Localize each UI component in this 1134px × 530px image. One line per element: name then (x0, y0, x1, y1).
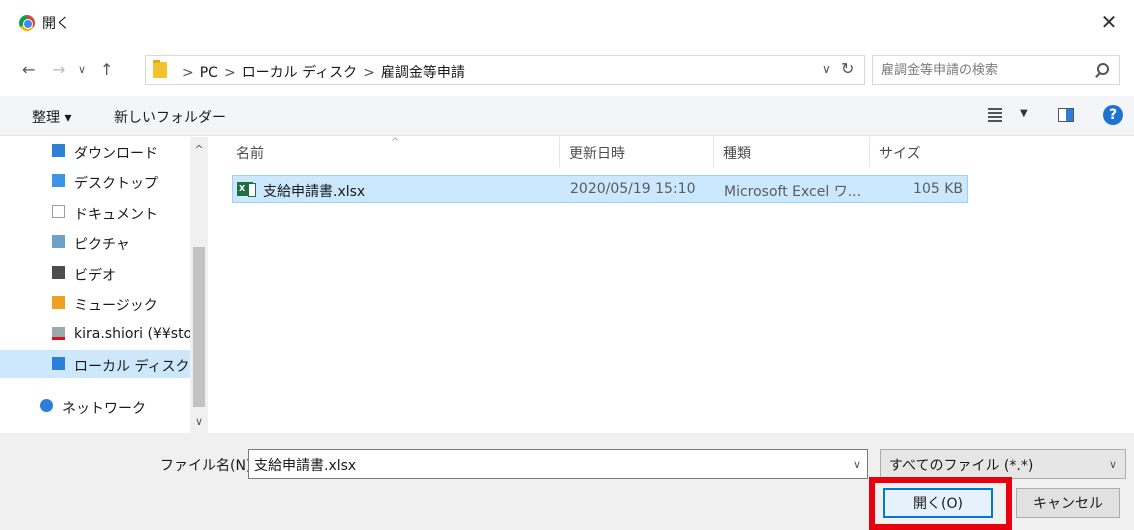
chevron-right-icon: > (223, 65, 236, 81)
file-name: 支給申請書.xlsx (263, 184, 366, 200)
dialog-footer: ファイル名(N): 支給申請書.xlsx ∨ すべてのファイル (*.*) ∨ … (0, 433, 1134, 530)
chevron-down-icon[interactable]: ∨ (1109, 458, 1117, 471)
breadcrumb-local-disk[interactable]: ローカル ディスク (242, 65, 357, 81)
sidebar-item-music[interactable]: ミュージック (40, 289, 190, 317)
search-input[interactable] (873, 56, 1083, 84)
navigation-pane: ダウンロード デスクトップ ドキュメント ピクチャ ビデオ ミュージック kir… (0, 137, 212, 433)
view-dropdown-icon[interactable]: ▼ (1020, 108, 1028, 119)
sidebar-item-desktop[interactable]: デスクトップ (40, 167, 190, 195)
back-arrow-icon[interactable]: ← (22, 60, 35, 79)
sidebar-item-label: デスクトップ (74, 176, 158, 192)
scroll-up-icon[interactable]: ^ (190, 141, 208, 159)
title-bar: 開く ✕ (0, 0, 1134, 44)
local-disk-icon (52, 357, 65, 370)
music-folder-icon (52, 296, 65, 309)
filename-input[interactable]: 支給申請書.xlsx ∨ (248, 449, 868, 479)
sidebar-item-label: ミュージック (74, 298, 158, 314)
chrome-icon (19, 15, 35, 31)
breadcrumb-folder[interactable]: 雇調金等申請 (381, 65, 465, 81)
address-box[interactable]: > PC > ローカル ディスク > 雇調金等申請 (145, 55, 865, 85)
up-arrow-icon[interactable]: ↑ (100, 60, 113, 79)
download-folder-icon (52, 144, 65, 157)
chevron-right-icon: > (363, 65, 375, 81)
chevron-down-icon[interactable]: ∨ (853, 458, 861, 471)
address-bar-row: ← → ∨ ↑ > PC > ローカル ディスク > 雇調金等申請 ∨ ↻ (0, 50, 1134, 90)
filename-label: ファイル名(N): (160, 458, 257, 474)
file-type-select[interactable]: すべてのファイル (*.*) ∨ (880, 449, 1126, 479)
preview-pane-icon[interactable] (1058, 108, 1074, 122)
column-header-type[interactable]: 種類 (723, 143, 751, 163)
sidebar-item-label: kira.shiori (¥¥sto (74, 326, 190, 342)
sidebar-item-local-disk[interactable]: ローカル ディスク (0, 350, 190, 378)
scrollbar-thumb[interactable] (193, 247, 205, 407)
refresh-icon[interactable]: ↻ (841, 59, 854, 78)
search-icon[interactable] (1097, 63, 1109, 75)
recent-locations-chevron-icon[interactable]: ∨ (78, 63, 86, 76)
sidebar-item-videos[interactable]: ビデオ (40, 259, 190, 287)
network-drive-disconnected-icon (52, 327, 65, 340)
chevron-right-icon: > (182, 65, 194, 81)
help-icon[interactable]: ? (1103, 105, 1123, 125)
file-modified: 2020/05/19 15:10 (570, 181, 696, 197)
address-dropdown-icon[interactable]: ∨ (822, 62, 831, 76)
close-button[interactable]: ✕ (1096, 9, 1122, 35)
file-type-value: すべてのファイル (*.*) (889, 458, 1034, 474)
sidebar-item-label: ビデオ (74, 268, 116, 284)
videos-folder-icon (52, 266, 65, 279)
sort-ascending-icon: ^ (391, 137, 400, 148)
search-box (872, 55, 1120, 85)
command-bar: 整理 ▾ 新しいフォルダー ▼ ? (0, 96, 1134, 136)
sidebar-item-label: ダウンロード (74, 146, 158, 162)
network-icon (40, 399, 53, 412)
sidebar-item-pictures[interactable]: ピクチャ (40, 228, 190, 256)
column-header-modified[interactable]: 更新日時 (569, 143, 625, 163)
desktop-folder-icon (52, 174, 65, 187)
folder-icon (153, 60, 167, 78)
sidebar-item-label: ネットワーク (62, 401, 146, 417)
column-divider[interactable] (869, 137, 870, 167)
sidebar-scrollbar[interactable]: ^ ∨ (190, 137, 208, 433)
file-type: Microsoft Excel ワ... (724, 184, 862, 200)
column-divider[interactable] (713, 137, 714, 167)
sidebar-item-label: ローカル ディスク (74, 359, 190, 375)
table-row[interactable]: X 支給申請書.xlsx 2020/05/19 15:10 Microsoft … (232, 175, 968, 203)
breadcrumb: > PC > ローカル ディスク > 雇調金等申請 (176, 62, 465, 82)
sidebar-item-network[interactable]: ネットワーク (28, 392, 178, 420)
sidebar-item-label: ドキュメント (74, 207, 158, 223)
sidebar-item-downloads[interactable]: ダウンロード (40, 137, 190, 165)
pictures-folder-icon (52, 235, 65, 248)
excel-file-icon: X (237, 182, 256, 197)
documents-folder-icon (52, 205, 65, 218)
forward-arrow-icon[interactable]: → (52, 60, 65, 79)
column-header-name[interactable]: 名前 (236, 143, 264, 163)
sidebar-item-documents[interactable]: ドキュメント (40, 198, 190, 226)
sidebar-item-label: ピクチャ (74, 237, 130, 253)
column-divider[interactable] (559, 137, 560, 167)
filename-value: 支給申請書.xlsx (254, 458, 357, 474)
sidebar-item-network-drive[interactable]: kira.shiori (¥¥sto (40, 320, 190, 348)
new-folder-button[interactable]: 新しいフォルダー (114, 107, 226, 127)
breadcrumb-pc[interactable]: PC (200, 65, 218, 81)
open-button[interactable]: 開く(O) (883, 488, 993, 518)
window-title: 開く (42, 16, 70, 32)
column-header-size[interactable]: サイズ (879, 143, 921, 163)
file-list: ^ 名前 更新日時 種類 サイズ X 支給申請書.xlsx 2020/05/19… (226, 137, 1134, 433)
scroll-down-icon[interactable]: ∨ (190, 413, 208, 431)
cancel-button[interactable]: キャンセル (1016, 488, 1120, 518)
view-options-icon[interactable] (988, 108, 1002, 122)
organize-button[interactable]: 整理 ▾ (32, 107, 71, 127)
file-size: 105 KB (913, 181, 963, 197)
